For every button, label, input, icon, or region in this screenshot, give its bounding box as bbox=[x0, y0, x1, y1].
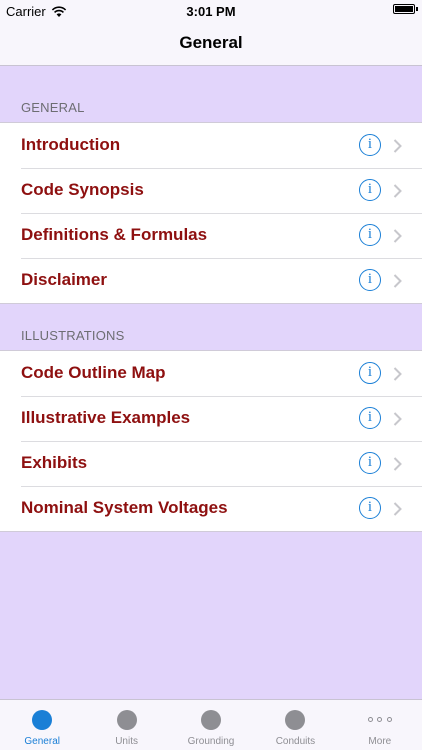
status-time: 3:01 PM bbox=[186, 4, 236, 19]
battery-nub bbox=[416, 7, 418, 11]
circle-icon bbox=[116, 710, 137, 730]
chevron-right-icon bbox=[393, 274, 402, 288]
tab-label: More bbox=[368, 736, 392, 747]
battery-icon bbox=[393, 4, 418, 14]
tab-grounding[interactable]: Grounding bbox=[169, 700, 253, 750]
tab-label: General bbox=[24, 736, 60, 747]
tab-general[interactable]: General bbox=[0, 700, 84, 750]
battery-fill bbox=[395, 6, 413, 12]
row-code-outline-map[interactable]: Code Outline Map i bbox=[0, 351, 422, 396]
tab-units[interactable]: Units bbox=[84, 700, 168, 750]
row-disclaimer[interactable]: Disclaimer i bbox=[0, 258, 422, 303]
circle-icon bbox=[32, 710, 53, 730]
status-bar: Carrier 3:01 PM bbox=[0, 0, 422, 22]
row-code-synopsis[interactable]: Code Synopsis i bbox=[0, 168, 422, 213]
chevron-right-icon bbox=[393, 367, 402, 381]
app-screen: Carrier 3:01 PM General GENERAL Introduc… bbox=[0, 0, 422, 750]
more-dot bbox=[386, 717, 392, 722]
row-nominal-system-voltages[interactable]: Nominal System Voltages i bbox=[0, 486, 422, 531]
info-icon[interactable]: i bbox=[359, 452, 381, 474]
section-header-general: GENERAL bbox=[21, 100, 85, 115]
navigation-bar: General bbox=[0, 22, 422, 66]
row-label: Disclaimer bbox=[21, 270, 107, 289]
info-icon[interactable]: i bbox=[359, 407, 381, 429]
row-introduction[interactable]: Introduction i bbox=[0, 123, 422, 168]
section-illustrations: Code Outline Map i Illustrative Examples… bbox=[0, 350, 422, 532]
circle-icon bbox=[285, 710, 306, 730]
tab-conduits[interactable]: Conduits bbox=[253, 700, 337, 750]
row-label: Nominal System Voltages bbox=[21, 498, 228, 517]
tab-label: Units bbox=[115, 736, 138, 747]
chevron-right-icon bbox=[393, 412, 402, 426]
chevron-right-icon bbox=[393, 139, 402, 153]
info-icon[interactable]: i bbox=[359, 269, 381, 291]
page-title: General bbox=[179, 33, 243, 52]
info-icon[interactable]: i bbox=[359, 362, 381, 384]
row-label: Illustrative Examples bbox=[21, 408, 191, 427]
chevron-right-icon bbox=[393, 229, 402, 243]
info-icon[interactable]: i bbox=[359, 497, 381, 519]
circle-icon bbox=[201, 710, 222, 730]
tab-more[interactable]: More bbox=[338, 700, 422, 750]
row-label: Code Outline Map bbox=[21, 363, 166, 382]
chevron-right-icon bbox=[393, 184, 402, 198]
chevron-right-icon bbox=[393, 502, 402, 516]
row-exhibits[interactable]: Exhibits i bbox=[0, 441, 422, 486]
info-icon[interactable]: i bbox=[359, 224, 381, 246]
status-right bbox=[393, 4, 418, 14]
chevron-right-icon bbox=[393, 457, 402, 471]
more-dot bbox=[367, 717, 373, 722]
more-dot bbox=[377, 717, 383, 722]
row-definitions-formulas[interactable]: Definitions & Formulas i bbox=[0, 213, 422, 258]
section-header-illustrations: ILLUSTRATIONS bbox=[21, 328, 125, 343]
more-icon bbox=[367, 717, 392, 723]
info-icon[interactable]: i bbox=[359, 179, 381, 201]
row-label: Introduction bbox=[21, 135, 121, 154]
row-label: Exhibits bbox=[21, 453, 88, 472]
info-icon[interactable]: i bbox=[359, 134, 381, 156]
tab-bar: General Units Grounding Conduits More bbox=[0, 699, 422, 750]
section-general: Introduction i Code Synopsis i Definitio… bbox=[0, 122, 422, 304]
row-label: Code Synopsis bbox=[21, 180, 144, 199]
tab-label: Conduits bbox=[275, 736, 316, 747]
row-illustrative-examples[interactable]: Illustrative Examples i bbox=[0, 396, 422, 441]
tab-label: Grounding bbox=[187, 736, 235, 747]
row-label: Definitions & Formulas bbox=[21, 225, 208, 244]
